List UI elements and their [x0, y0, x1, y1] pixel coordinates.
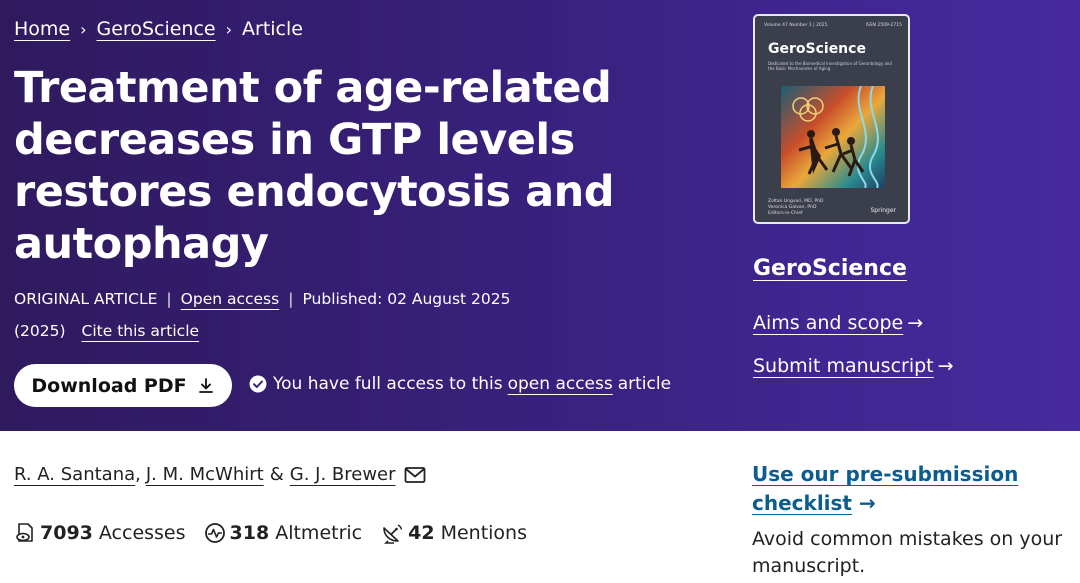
mentions-label: Mentions	[440, 522, 527, 544]
open-access-link[interactable]: Open access	[181, 290, 280, 308]
satellite-dish-icon	[383, 524, 403, 544]
download-icon	[198, 377, 213, 393]
journal-cover-image[interactable]: Volume 47 Number 1 | 2025 ISSN 2509-2715…	[753, 14, 910, 224]
breadcrumb-separator: ›	[80, 19, 87, 39]
aims-scope-link[interactable]: Aims and scope →	[753, 312, 923, 334]
cover-publisher: Springer	[870, 207, 896, 214]
arrow-right-icon: →	[937, 355, 954, 377]
breadcrumb-journal-link[interactable]: GeroScience	[97, 18, 216, 40]
cover-subtitle: Dedicated to the Biomedical Investigatio…	[768, 61, 892, 71]
cite-article-link[interactable]: Cite this article	[82, 322, 200, 340]
document-eye-icon	[16, 523, 33, 542]
author-link[interactable]: G. J. Brewer	[290, 464, 396, 485]
article-type: ORIGINAL ARTICLE	[14, 290, 158, 308]
article-year: (2025)	[14, 322, 66, 340]
article-meta: ORIGINAL ARTICLE | Open access | Publish…	[14, 290, 511, 308]
author-list: R. A. Santana , J. M. McWhirt & G. J. Br…	[14, 464, 426, 485]
arrow-right-icon: →	[907, 312, 924, 334]
altmetric-score: 318	[229, 522, 270, 544]
cover-journal-title: GeroScience	[768, 41, 866, 57]
altmetric-metric[interactable]: 318 Altmetric	[204, 522, 363, 544]
article-header: Home › GeroScience › Article Treatment o…	[0, 0, 1080, 431]
check-circle-icon	[249, 375, 267, 393]
article-title: Treatment of age-related decreases in GT…	[14, 63, 615, 269]
accesses-label: Accesses	[98, 522, 186, 544]
access-notice: You have full access to this open access…	[249, 374, 671, 394]
breadcrumb: Home › GeroScience › Article	[14, 18, 303, 40]
breadcrumb-separator: ›	[225, 19, 233, 39]
accesses-count: 7093	[40, 522, 93, 544]
author-link[interactable]: R. A. Santana	[14, 464, 135, 485]
download-pdf-button[interactable]: Download PDF	[14, 364, 232, 407]
published-date: Published: 02 August 2025	[302, 290, 511, 308]
download-pdf-label: Download PDF	[31, 374, 187, 397]
journal-home-link[interactable]: GeroScience	[753, 256, 907, 281]
altmetric-label: Altmetric	[275, 522, 363, 544]
cover-issn: ISSN 2509-2715	[865, 23, 902, 28]
author-link[interactable]: J. M. McWhirt	[146, 464, 264, 485]
arrow-right-icon: →	[858, 491, 876, 515]
pre-submission-checklist-link[interactable]: Use our pre-submission checklist →	[752, 460, 1072, 518]
accesses-metric: 7093 Accesses	[14, 522, 186, 544]
breadcrumb-current: Article	[242, 18, 303, 40]
envelope-icon[interactable]	[404, 466, 426, 484]
altmetric-icon	[204, 523, 225, 543]
article-citation: (2025) Cite this article	[14, 322, 199, 340]
access-suffix: article	[617, 374, 672, 394]
cover-editors: Zoltan Ungvari, MD, PhD Veronica Galvan,…	[768, 199, 824, 216]
checklist-description: Avoid common mistakes on your manuscript…	[752, 528, 1063, 577]
cover-volume: Volume 47 Number 1 | 2025	[764, 23, 828, 28]
mentions-count: 42	[408, 522, 435, 544]
submit-manuscript-link[interactable]: Submit manuscript →	[753, 355, 954, 377]
article-metrics: 7093 Accesses 318 Altmetric 42 Mentions	[14, 522, 545, 544]
access-open-access-link[interactable]: open access	[508, 374, 613, 394]
cover-artwork	[781, 85, 885, 189]
access-prefix: You have full access to this	[273, 374, 503, 394]
cover-artwork-illustration	[792, 85, 879, 189]
mentions-metric: 42 Mentions	[380, 522, 527, 544]
breadcrumb-home-link[interactable]: Home	[14, 18, 70, 40]
